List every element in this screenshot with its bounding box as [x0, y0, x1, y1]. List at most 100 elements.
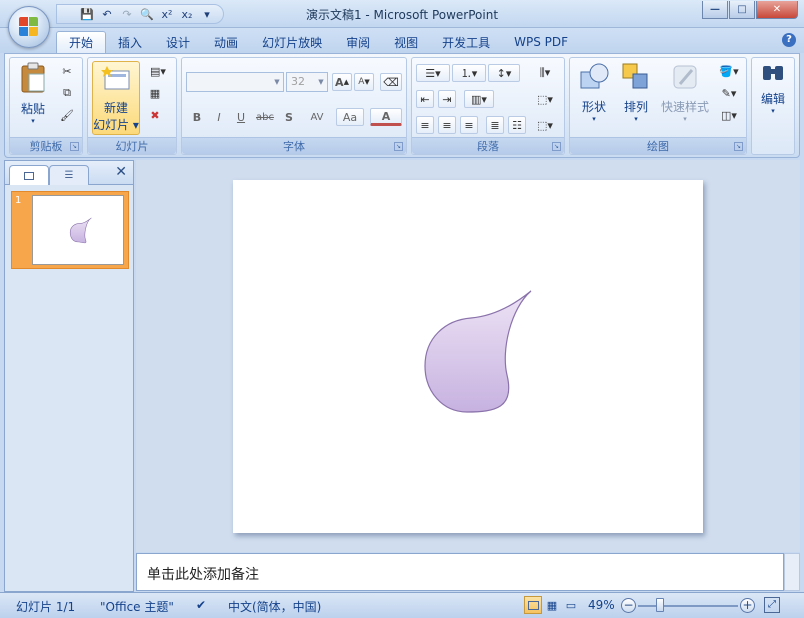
font-group: ▼ 32 ▼ A ▲ A ▼ ⌫ B I U abc S AV Aa A 字体 ↘	[181, 57, 407, 155]
line-spacing-button[interactable]: ↕▾	[488, 64, 520, 82]
format-painter-icon[interactable]: 🖌	[58, 106, 76, 124]
tab-animations[interactable]: 动画	[202, 31, 250, 53]
reset-icon[interactable]: ▦	[146, 84, 164, 102]
tab-insert[interactable]: 插入	[106, 31, 154, 53]
zoom-out-button[interactable]: −	[621, 598, 636, 613]
cut-icon[interactable]: ✂	[58, 62, 76, 80]
status-bar: 幻灯片 1/1 "Office 主题" ✔ 中文(简体，中国) ▦ ▭ 49% …	[0, 592, 804, 618]
font-size-dropdown-icon: ▼	[318, 78, 324, 86]
columns-button[interactable]: ▥▾	[464, 90, 494, 108]
maximize-button[interactable]: □	[729, 1, 755, 19]
increase-indent-button[interactable]: ⇥	[438, 90, 456, 108]
tab-developer[interactable]: 开发工具	[430, 31, 502, 53]
shape-fill-icon[interactable]: 🪣▾	[716, 62, 742, 80]
copy-icon[interactable]: ⧉	[58, 84, 76, 102]
shapes-dropdown-icon: ▾	[592, 115, 596, 123]
quick-styles-button[interactable]: 快速样式 ▾	[658, 62, 712, 123]
italic-button[interactable]: I	[210, 108, 228, 126]
align-right-button[interactable]: ≡	[460, 116, 478, 134]
shapes-icon	[580, 63, 609, 89]
slide-sorter-view-button[interactable]: ▦	[543, 596, 561, 614]
new-slide-label-1: 新建	[103, 101, 128, 115]
tab-design[interactable]: 设计	[154, 31, 202, 53]
minimize-button[interactable]: —	[702, 1, 728, 19]
zoom-slider-track[interactable]	[638, 605, 738, 607]
clipboard-launcher-icon[interactable]: ↘	[70, 142, 79, 151]
notes-scrollbar[interactable]	[784, 553, 800, 591]
normal-view-button[interactable]	[524, 596, 542, 614]
window-controls: — □ ✕	[702, 1, 798, 19]
office-button[interactable]	[8, 6, 50, 48]
tab-slideshow[interactable]: 幻灯片放映	[250, 31, 334, 53]
teardrop-shape[interactable]	[233, 180, 703, 533]
align-text-icon[interactable]: ⬚▾	[532, 90, 558, 108]
numbering-button[interactable]: ⒈▾	[452, 64, 486, 82]
justify-button[interactable]: ≣	[486, 116, 504, 134]
zoom-in-button[interactable]: +	[740, 598, 755, 613]
char-spacing-button[interactable]: AV	[302, 108, 332, 126]
zoom-slider-thumb[interactable]	[656, 598, 664, 612]
fit-to-window-icon[interactable]: ⤢	[764, 597, 780, 613]
arrange-button[interactable]: 排列 ▾	[616, 62, 656, 123]
editing-dropdown-icon: ▾	[771, 107, 775, 115]
slide-number: 1	[15, 195, 22, 206]
drawing-launcher-icon[interactable]: ↘	[734, 142, 743, 151]
tab-review[interactable]: 审阅	[334, 31, 382, 53]
align-center-button[interactable]: ≡	[438, 116, 456, 134]
bold-button[interactable]: B	[188, 108, 206, 126]
shadow-button[interactable]: S	[280, 108, 298, 126]
thumbnail-teardrop-shape	[69, 217, 92, 244]
shapes-button[interactable]: 形状 ▾	[574, 62, 614, 123]
notes-pane[interactable]: 单击此处添加备注	[136, 553, 784, 591]
decrease-indent-button[interactable]: ⇤	[416, 90, 434, 108]
tab-wps-pdf[interactable]: WPS PDF	[502, 31, 580, 53]
notes-placeholder: 单击此处添加备注	[147, 567, 259, 583]
clear-format-button[interactable]: ⌫	[380, 73, 402, 91]
tab-outline-view[interactable]: ☰	[49, 165, 89, 185]
paragraph-group: ☰▾ ⒈▾ ↕▾ ⫼▾ ⇤ ⇥ ▥▾ ⬚▾ ≡ ≡ ≡ ≣ ☷ ⬚▾ 段落 ↘	[411, 57, 565, 155]
zoom-level[interactable]: 49%	[588, 598, 615, 612]
font-color-button[interactable]: A	[370, 108, 402, 126]
bullets-button[interactable]: ☰▾	[416, 64, 450, 82]
slide-canvas[interactable]	[233, 180, 703, 533]
paste-label: 粘贴	[20, 102, 45, 116]
status-language[interactable]: 中文(简体，中国)	[228, 598, 321, 615]
layout-icon[interactable]: ▤▾	[146, 62, 170, 80]
smartart-icon[interactable]: ⬚▾	[532, 116, 558, 134]
spell-check-icon[interactable]: ✔	[196, 598, 206, 612]
slideshow-view-button[interactable]: ▭	[562, 596, 580, 614]
slide-editing-area	[136, 160, 800, 552]
drawing-group-label: 绘图	[570, 137, 746, 154]
arrange-icon	[622, 63, 648, 89]
distributed-button[interactable]: ☷	[508, 116, 526, 134]
shrink-font-button[interactable]: A ▼	[354, 73, 374, 91]
strikethrough-button[interactable]: abc	[254, 108, 276, 126]
shape-effects-icon[interactable]: ◫▾	[716, 106, 742, 124]
editing-button[interactable]: 编辑 ▾	[754, 62, 792, 115]
tab-slides-view[interactable]	[9, 165, 49, 185]
tab-home[interactable]: 开始	[56, 31, 107, 53]
font-launcher-icon[interactable]: ↘	[394, 142, 403, 151]
shapes-label: 形状	[581, 100, 606, 114]
slide-thumbnail-image	[32, 195, 124, 265]
tab-view[interactable]: 视图	[382, 31, 430, 53]
new-slide-button[interactable]: 新建 幻灯片 ▾	[92, 61, 140, 135]
slide-thumbnail-1[interactable]: 1	[11, 191, 129, 269]
text-direction-icon[interactable]: ⫼▾	[532, 64, 558, 82]
delete-slide-icon[interactable]: ✖	[146, 106, 164, 124]
ribbon-tab-row: 开始 插入 设计 动画 幻灯片放映 审阅 视图 开发工具 WPS PDF ?	[0, 28, 804, 53]
font-size-combo[interactable]: 32 ▼	[286, 72, 328, 92]
align-left-button[interactable]: ≡	[416, 116, 434, 134]
shape-outline-icon[interactable]: ✎▾	[716, 84, 742, 102]
paragraph-launcher-icon[interactable]: ↘	[552, 142, 561, 151]
font-name-combo[interactable]: ▼	[186, 72, 284, 92]
slides-pane-close-icon[interactable]: ✕	[115, 164, 127, 180]
paste-button[interactable]: 粘贴 ▾	[16, 62, 50, 125]
change-case-button[interactable]: Aa	[336, 108, 364, 126]
new-slide-icon	[101, 66, 130, 90]
grow-font-button[interactable]: A ▲	[332, 73, 352, 91]
underline-button[interactable]: U	[232, 108, 250, 126]
help-icon[interactable]: ?	[782, 33, 796, 47]
editing-group: 编辑 ▾	[751, 57, 795, 155]
close-button[interactable]: ✕	[756, 1, 798, 19]
